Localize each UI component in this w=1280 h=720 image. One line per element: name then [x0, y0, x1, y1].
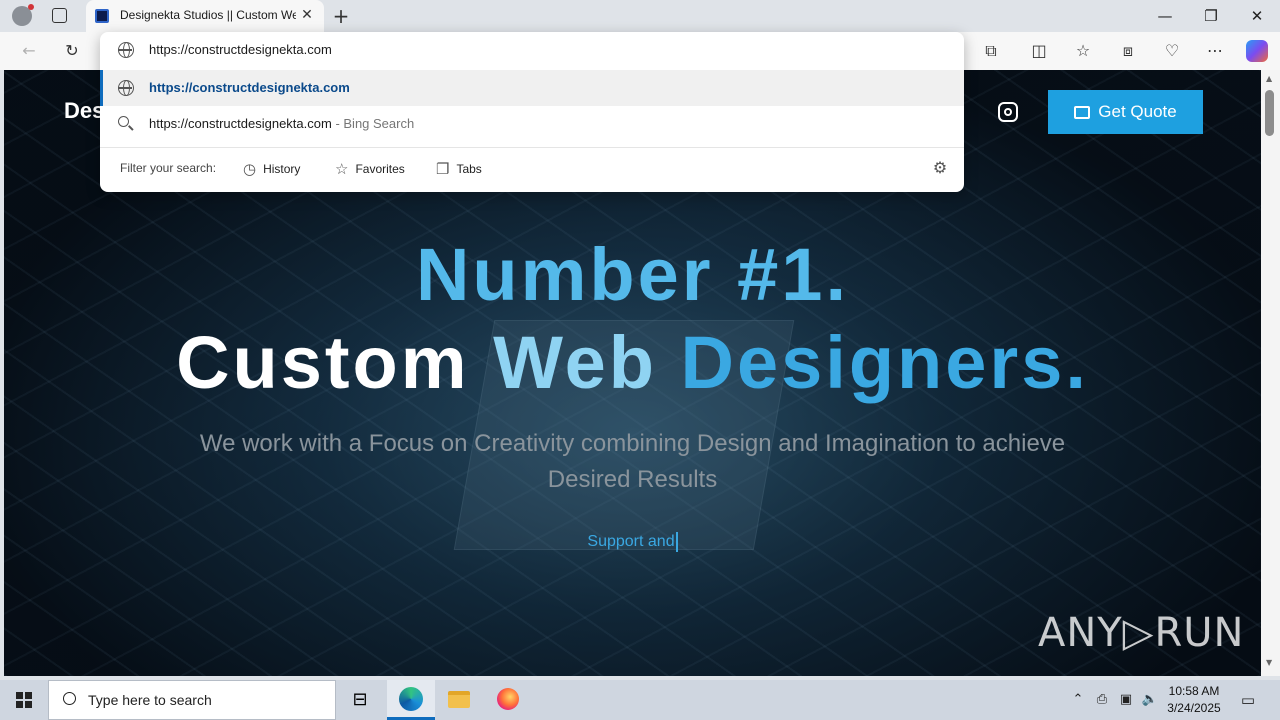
filter-tabs-label: Tabs [456, 162, 482, 176]
get-quote-button[interactable]: Get Quote [1048, 90, 1203, 134]
filter-history-label: History [263, 162, 301, 176]
selection-indicator [100, 70, 103, 106]
suggestion-url[interactable]: https://constructdesignekta.com [100, 70, 964, 106]
typing-caret [675, 532, 678, 552]
browser-essentials-icon[interactable]: ♡ [1157, 36, 1187, 66]
globe-icon [118, 42, 134, 58]
message-icon [1074, 105, 1091, 119]
more-menu-icon[interactable]: ⋯ [1200, 36, 1230, 66]
star-icon: ☆ [335, 161, 349, 178]
instagram-icon[interactable] [998, 102, 1018, 122]
tab-actions-icon[interactable] [52, 8, 67, 23]
address-bar-dropdown: https://constructdesignekta.com https://… [100, 32, 964, 192]
edge-taskbar-icon[interactable] [387, 680, 435, 720]
copilot-icon[interactable] [1246, 40, 1268, 62]
suggestion-url-text: https://constructdesignekta.com [149, 80, 350, 95]
filter-history[interactable]: ◷ History [243, 159, 300, 179]
firefox-icon [497, 688, 519, 710]
page-scrollbar[interactable]: ▲ ▼ [1261, 70, 1280, 676]
site-favicon-icon [95, 9, 109, 23]
notification-dot [28, 4, 34, 10]
folder-icon [448, 691, 470, 708]
address-input-row[interactable]: https://constructdesignekta.com [100, 32, 964, 68]
history-icon: ◷ [243, 161, 257, 178]
divider [100, 147, 964, 148]
typed-text-value: Support and [587, 533, 675, 551]
file-explorer-icon[interactable] [435, 680, 483, 720]
edge-icon [399, 687, 423, 711]
globe-icon [118, 80, 134, 96]
start-button[interactable] [0, 680, 48, 720]
scroll-down-icon[interactable]: ▼ [1266, 658, 1272, 667]
suggestion-search-query: https://constructdesignekta.com [149, 116, 332, 131]
minimize-icon[interactable]: — [1142, 0, 1188, 32]
site-logo[interactable]: Des [64, 98, 104, 124]
close-window-icon[interactable]: ✕ [1234, 0, 1280, 32]
hero-word-custom: Custom [176, 321, 470, 404]
new-tab-icon[interactable]: + [330, 4, 352, 28]
filter-tabs[interactable]: ❐ Tabs [436, 159, 482, 179]
filter-favorites-label: Favorites [355, 162, 405, 176]
restore-icon[interactable]: ❐ [1188, 0, 1234, 32]
network-icon[interactable]: ▣ [1116, 680, 1136, 720]
notifications-icon[interactable]: ▭ [1236, 680, 1260, 720]
hero-heading-line1: Number #1. [415, 233, 850, 316]
suggestion-search-suffix: - Bing Search [335, 116, 415, 131]
suggestion-bing-search[interactable]: https://constructdesignekta.com - Bing S… [100, 106, 964, 142]
tabs-icon: ❐ [436, 161, 450, 178]
filter-label: Filter your search: [120, 161, 217, 175]
tab-title: Designekta Studios || Custom We [120, 8, 296, 22]
close-tab-icon[interactable]: ✕ [298, 6, 316, 24]
task-view-icon[interactable]: ⊟ [336, 680, 384, 720]
extensions-icon[interactable]: ⧉ [976, 36, 1006, 66]
collections-icon[interactable]: ⧈ [1113, 36, 1143, 66]
tab-active[interactable]: Designekta Studios || Custom We ✕ [86, 0, 324, 32]
clock[interactable]: 10:58 AM 3/24/2025 [1162, 683, 1226, 717]
tray-device-icon[interactable]: ⎙ [1092, 680, 1112, 720]
firefox-taskbar-icon[interactable] [484, 680, 532, 720]
scroll-up-icon[interactable]: ▲ [1266, 74, 1272, 83]
hero-word-designers: Designers. [680, 321, 1089, 404]
anyrun-watermark: ANY▷RUN [1038, 610, 1245, 656]
gear-icon[interactable]: ⚙ [931, 159, 949, 177]
address-input[interactable]: https://constructdesignekta.com [149, 42, 332, 57]
filter-favorites[interactable]: ☆ Favorites [335, 159, 405, 179]
search-icon [118, 116, 129, 127]
hero-word-web: Web [493, 321, 657, 404]
clock-time: 10:58 AM [1168, 684, 1220, 698]
taskbar-search-placeholder: Type here to search [88, 692, 212, 708]
get-quote-label: Get Quote [1098, 102, 1177, 121]
typed-text: Support and [4, 532, 1261, 552]
scrollbar-thumb[interactable] [1265, 90, 1274, 136]
hero-subheading: We work with a Focus on Creativity combi… [199, 430, 1066, 493]
back-icon[interactable]: ← [14, 36, 44, 66]
split-screen-icon[interactable]: ◫ [1024, 36, 1054, 66]
search-icon [63, 692, 76, 705]
taskbar-search[interactable]: Type here to search [48, 680, 336, 720]
tray-overflow-icon[interactable]: ⌃ [1068, 680, 1088, 720]
tab-strip: Designekta Studios || Custom We ✕ + — ❐ … [0, 0, 1280, 32]
refresh-icon[interactable]: ↻ [57, 36, 87, 66]
volume-icon[interactable]: 🔈 [1140, 680, 1160, 720]
hero-heading-line2: Custom Web Designers. [4, 320, 1261, 405]
clock-date: 3/24/2025 [1167, 701, 1221, 715]
windows-logo-icon [16, 692, 32, 708]
suggestion-search-text: https://constructdesignekta.com - Bing S… [149, 116, 414, 131]
favorites-icon[interactable]: ☆ [1068, 36, 1098, 66]
taskbar: Type here to search ⊟ ⌃ ⎙ ▣ 🔈 10:58 AM 3… [0, 680, 1280, 720]
